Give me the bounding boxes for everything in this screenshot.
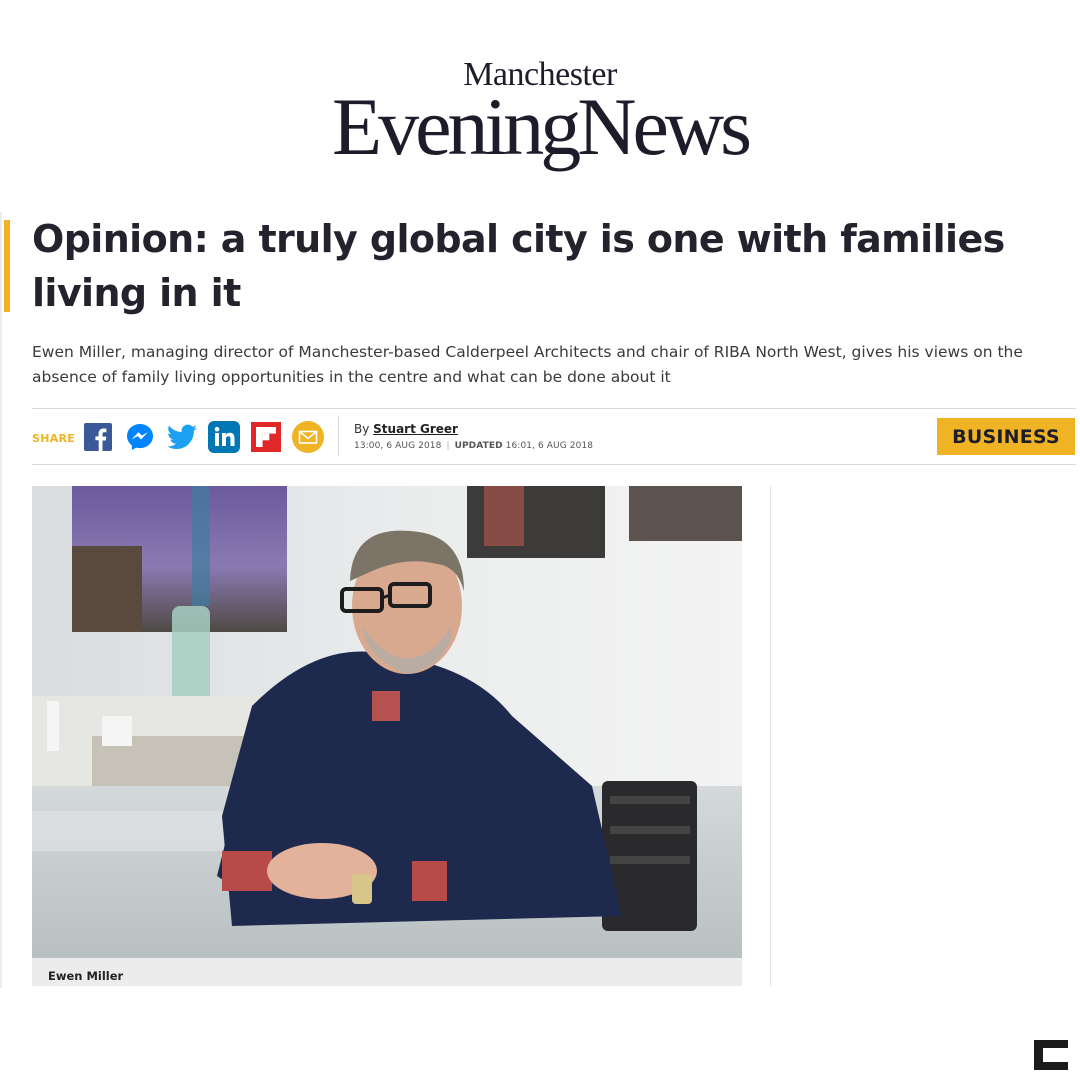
- divider-bottom: [32, 464, 1076, 465]
- share-label: SHARE: [32, 432, 76, 445]
- updated-date: 16:01, 6 AUG 2018: [505, 441, 594, 451]
- author-link[interactable]: Stuart Greer: [373, 422, 458, 436]
- caption-bar: Ewen Miller: [32, 958, 742, 986]
- masthead[interactable]: Manchester EveningNews: [0, 56, 1080, 172]
- facebook-icon[interactable]: [82, 421, 114, 453]
- article-photo[interactable]: [32, 486, 742, 958]
- twitter-icon[interactable]: [166, 421, 198, 453]
- published-date: 13:00, 6 AUG 2018: [354, 441, 442, 451]
- article-dates: 13:00, 6 AUG 2018 | UPDATED 16:01, 6 AUG 2…: [354, 441, 593, 451]
- photo-illustration: [32, 486, 742, 958]
- updated-label: UPDATED: [454, 441, 503, 451]
- headline-accent-bar: [4, 220, 10, 312]
- byline: By Stuart Greer: [354, 422, 458, 436]
- date-divider: |: [446, 441, 450, 451]
- flipboard-icon[interactable]: [250, 421, 282, 453]
- email-icon[interactable]: [292, 421, 324, 453]
- article-headline: Opinion: a truly global city is one with…: [32, 217, 1005, 315]
- share-icons: [82, 421, 324, 453]
- linkedin-icon[interactable]: [208, 421, 240, 453]
- byline-prefix: By: [354, 422, 374, 436]
- article-standfirst: Ewen Miller, managing director of Manche…: [32, 343, 1023, 386]
- photo-caption: Ewen Miller: [48, 969, 124, 983]
- left-rule: [0, 212, 2, 988]
- byline-separator: [338, 416, 339, 456]
- messenger-icon[interactable]: [124, 421, 156, 453]
- sidebar-divider: [770, 486, 771, 986]
- divider-top: [32, 408, 1076, 409]
- masthead-manchester: Manchester: [463, 56, 617, 93]
- masthead-evening-news: EveningNews: [331, 81, 752, 172]
- section-tag-business[interactable]: BUSINESS: [937, 418, 1075, 455]
- corner-logo-icon: [1034, 1040, 1068, 1070]
